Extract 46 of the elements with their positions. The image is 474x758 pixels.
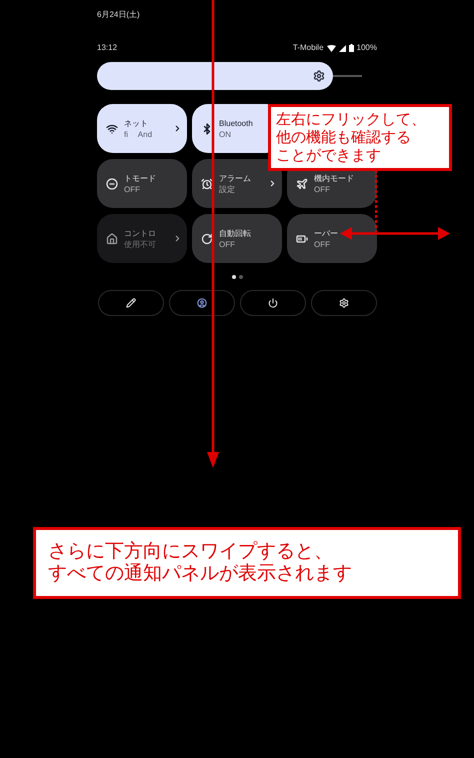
power-icon	[268, 298, 278, 308]
tile-label: ーバー	[314, 228, 339, 238]
tile-status: 設定	[219, 184, 236, 194]
chevron-icon	[268, 179, 277, 188]
tile-status: 使用不可	[124, 238, 157, 250]
carrier-text: T-Mobile	[292, 42, 324, 54]
rotate-icon	[201, 232, 213, 244]
quick-tile[interactable]: ネット fi And	[97, 104, 187, 153]
tile-label: アラーム	[219, 172, 252, 184]
quick-tile[interactable]: 自動回転 OFF	[192, 214, 282, 263]
battery-icon	[348, 44, 354, 52]
callout-text: さらに下方向にスワイプすると、 すべての通知パネルが表示されます	[48, 541, 352, 585]
wifi-icon	[106, 122, 118, 134]
home-icon	[106, 232, 118, 244]
tile-label: 機内モード	[314, 172, 355, 184]
tile-status: OFF	[314, 238, 331, 250]
user-icon	[197, 298, 207, 308]
tile-status: fi And	[124, 128, 154, 140]
battery-text: 100%	[356, 42, 377, 54]
edit-icon	[126, 298, 136, 308]
tile-status: OFF	[124, 184, 141, 194]
chevron-icon	[173, 124, 182, 133]
tile-status: OFF	[219, 238, 236, 250]
wifi-signal-icon	[326, 44, 336, 52]
tile-label: ネット	[124, 118, 149, 128]
tile-label: コントロ	[124, 228, 157, 238]
settings-icon	[339, 298, 349, 308]
bluetooth-icon	[201, 122, 213, 134]
brightness-icon	[312, 70, 325, 82]
tile-label: Bluetooth	[219, 118, 254, 128]
tile-status: OFF	[314, 184, 331, 194]
minus-circle-icon	[106, 178, 118, 190]
clock-text: 13:12	[97, 42, 118, 54]
user-button[interactable]	[169, 290, 235, 316]
quick-tile[interactable]: ーバー OFF	[287, 214, 377, 263]
battery-icon	[296, 232, 308, 244]
tile-status: ON	[219, 128, 232, 140]
chevron-icon	[173, 234, 182, 243]
tile-label: 自動回転	[219, 228, 252, 238]
airplane-icon	[296, 178, 308, 190]
quick-tile[interactable]: トモード OFF	[97, 159, 187, 208]
alarm-clock-icon	[201, 178, 213, 190]
settings-button[interactable]	[311, 290, 377, 316]
date-text: 6月24日(土)	[97, 9, 141, 21]
cell-signal-icon	[338, 44, 346, 52]
tile-label: トモード	[124, 172, 157, 184]
